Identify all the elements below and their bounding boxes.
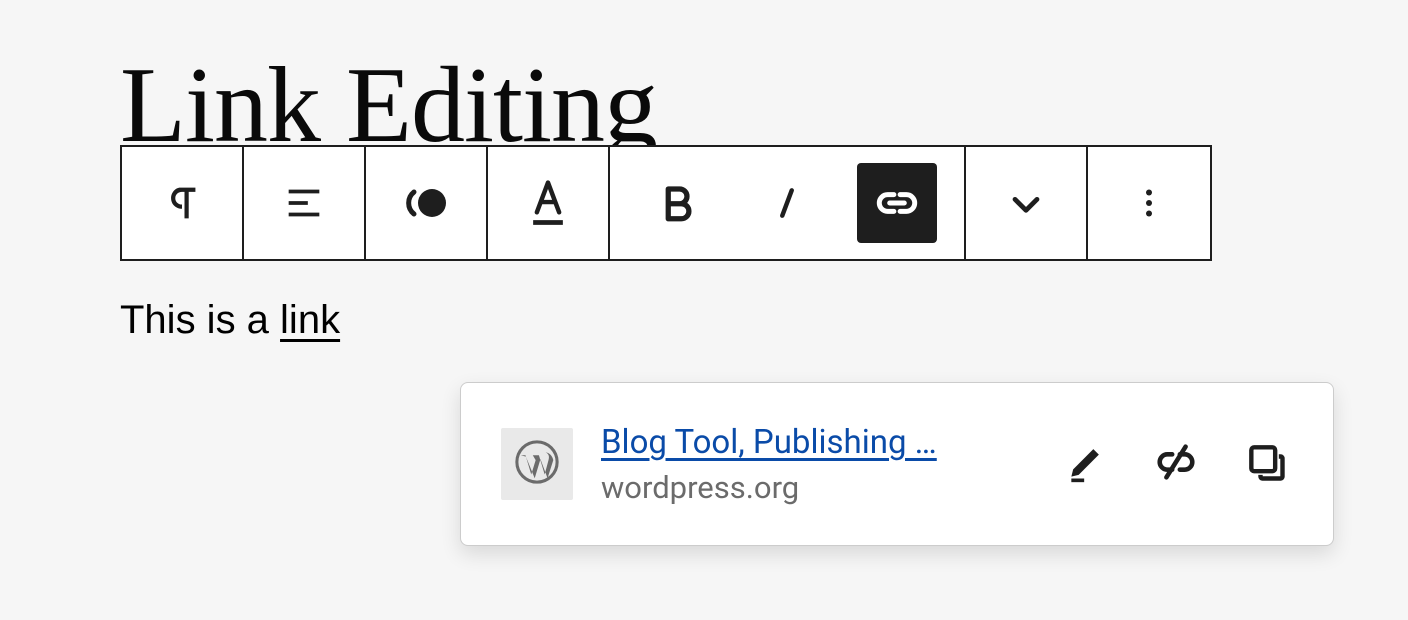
- unlink-button[interactable]: [1149, 437, 1203, 491]
- link-title[interactable]: Blog Tool, Publishing …: [601, 422, 937, 465]
- align-left-icon: [281, 180, 327, 226]
- edit-link-button[interactable]: [1059, 437, 1113, 491]
- pencil-icon: [1064, 440, 1108, 488]
- drag-handle-icon: [400, 183, 452, 223]
- link-button[interactable]: [857, 163, 937, 243]
- text-color-button[interactable]: [508, 163, 588, 243]
- paragraph-text: This is a: [120, 298, 280, 342]
- link-text[interactable]: link: [280, 298, 340, 342]
- copy-link-button[interactable]: [1239, 437, 1293, 491]
- italic-icon: [768, 182, 806, 224]
- block-toolbar: [120, 145, 1212, 261]
- chevron-down-icon: [1004, 181, 1048, 225]
- more-rich-text-button[interactable]: [986, 163, 1066, 243]
- link-icon: [872, 178, 922, 228]
- paragraph-icon: [159, 180, 205, 226]
- link-popover: Blog Tool, Publishing … wordpress.org: [460, 382, 1334, 546]
- copy-icon: [1244, 440, 1288, 488]
- link-favicon: [501, 428, 573, 500]
- align-button[interactable]: [264, 163, 344, 243]
- unlink-icon: [1153, 439, 1199, 489]
- link-actions: [1059, 437, 1293, 491]
- link-url: wordpress.org: [601, 469, 937, 506]
- bold-icon: [656, 182, 698, 224]
- bold-button[interactable]: [637, 163, 717, 243]
- block-type-paragraph-button[interactable]: [142, 163, 222, 243]
- link-info: Blog Tool, Publishing … wordpress.org: [601, 422, 937, 506]
- italic-button[interactable]: [747, 163, 827, 243]
- block-options-button[interactable]: [1109, 163, 1189, 243]
- more-vertical-icon: [1131, 181, 1167, 225]
- paragraph-block[interactable]: This is a link: [120, 298, 340, 343]
- block-mover-button[interactable]: [386, 163, 466, 243]
- text-color-icon: [525, 177, 571, 229]
- wordpress-icon: [514, 439, 560, 489]
